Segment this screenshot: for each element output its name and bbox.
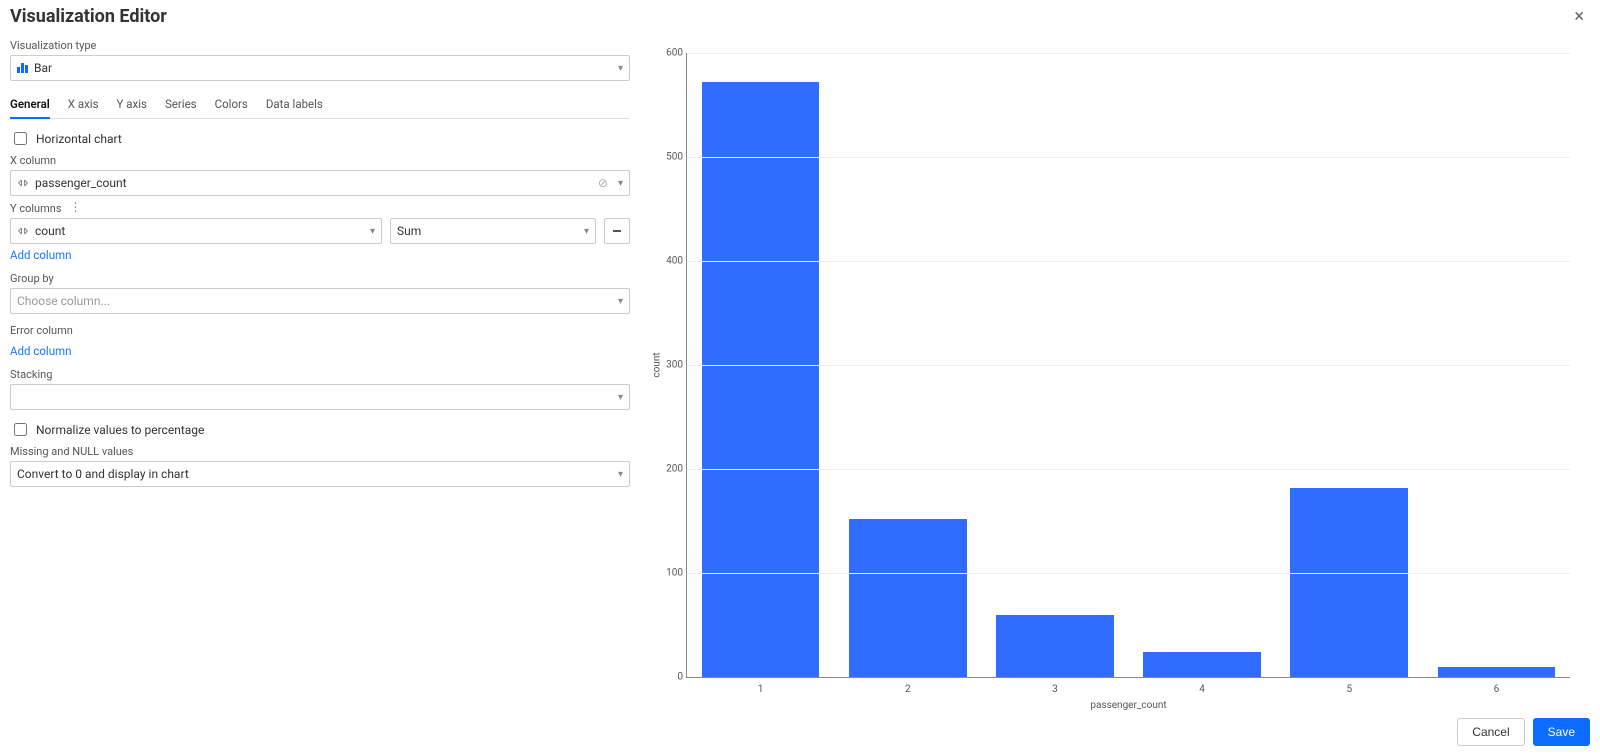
chart-x-tick: 2 [905,684,911,695]
missing-values-label: Missing and NULL values [10,445,630,458]
chart-bar[interactable] [996,615,1114,677]
tab-colors[interactable]: Colors [215,91,248,119]
bar-chart-icon [17,63,28,73]
horizontal-chart-checkbox[interactable]: Horizontal chart [10,129,630,148]
stacking-select[interactable]: ▾ [10,384,630,410]
chevron-down-icon: ▾ [618,469,623,480]
tab-x-axis[interactable]: X axis [68,91,99,119]
chart: count passenger_count 123456 01002003004… [650,53,1580,714]
missing-values-value: Convert to 0 and display in chart [17,467,612,481]
viz-type-value: Bar [34,61,612,75]
chart-bar[interactable] [1438,667,1556,677]
chart-gridline [687,677,1570,678]
chart-gridline [687,53,1570,54]
stacking-label: Stacking [10,368,630,381]
group-by-placeholder: Choose column... [17,294,612,308]
chart-x-tick: 4 [1199,684,1205,695]
add-y-column-link[interactable]: Add column [10,248,71,262]
chevron-down-icon: ▾ [370,226,375,237]
page-title: Visualization Editor [10,6,167,27]
chevron-down-icon: ▾ [618,178,623,189]
chart-gridline [687,261,1570,262]
chart-y-tick: 100 [657,568,683,579]
config-panel: Visualization type Bar ▾ General X axis Y … [0,33,640,754]
tab-series[interactable]: Series [165,91,197,119]
chart-bar[interactable] [1290,488,1408,677]
chart-bar[interactable] [702,82,820,677]
chart-preview-panel: count passenger_count 123456 01002003004… [640,33,1600,754]
horizontal-chart-input[interactable] [14,132,27,145]
y-columns-label: Y columns [10,202,62,215]
close-icon[interactable]: × [1568,8,1590,26]
chart-gridline [687,469,1570,470]
remove-y-column-button[interactable] [604,218,630,244]
y-agg-value: Sum [397,224,578,238]
normalize-checkbox[interactable]: Normalize values to percentage [10,420,630,439]
chart-y-tick: 200 [657,464,683,475]
y-column-select[interactable]: count ▾ [10,218,382,244]
chart-y-tick: 0 [657,672,683,683]
x-column-label: X column [10,154,630,167]
column-icon [17,177,29,189]
chart-y-tick: 400 [657,256,683,267]
add-error-column-link[interactable]: Add column [10,344,71,358]
chart-x-tick: 3 [1052,684,1058,695]
chart-y-tick: 500 [657,152,683,163]
chart-y-tick: 300 [657,360,683,371]
error-column-label: Error column [10,324,630,337]
cancel-button[interactable]: Cancel [1457,718,1524,746]
chart-bar[interactable] [1143,652,1261,677]
viz-type-select[interactable]: Bar ▾ [10,55,630,81]
tab-data-labels[interactable]: Data labels [266,91,323,119]
chart-x-axis-label: passenger_count [1090,700,1166,711]
chevron-down-icon: ▾ [618,392,623,403]
normalize-input[interactable] [14,423,27,436]
tab-general[interactable]: General [10,91,50,119]
y-agg-select[interactable]: Sum ▾ [390,218,596,244]
x-column-value: passenger_count [35,176,598,190]
normalize-label: Normalize values to percentage [36,423,204,437]
horizontal-chart-label: Horizontal chart [36,132,122,146]
viz-type-label: Visualization type [10,39,630,52]
y-column-value: count [35,224,364,238]
chevron-down-icon: ▾ [618,296,623,307]
chevron-down-icon: ▾ [618,63,623,74]
chart-gridline [687,573,1570,574]
clear-icon[interactable]: ⊘ [598,176,608,190]
general-tab-content: Horizontal chart X column passenger_coun… [10,129,630,487]
chevron-down-icon: ▾ [584,226,589,237]
chart-gridline [687,157,1570,158]
group-by-label: Group by [10,272,630,285]
chart-gridline [687,365,1570,366]
x-column-select[interactable]: passenger_count ⊘ ▾ [10,170,630,196]
chart-y-tick: 600 [657,48,683,59]
group-by-select[interactable]: Choose column... ▾ [10,288,630,314]
column-icon [17,225,29,237]
chart-bar[interactable] [849,519,967,677]
save-button[interactable]: Save [1533,718,1590,746]
chart-x-tick: 6 [1494,684,1500,695]
chart-x-tick: 5 [1346,684,1352,695]
config-tabs: General X axis Y axis Series Colors Data labe… [10,91,630,119]
missing-values-select[interactable]: Convert to 0 and display in chart ▾ [10,461,630,487]
chart-x-tick: 1 [758,684,764,695]
kebab-menu-icon[interactable]: ⋮ [70,200,83,214]
tab-y-axis[interactable]: Y axis [117,91,147,119]
